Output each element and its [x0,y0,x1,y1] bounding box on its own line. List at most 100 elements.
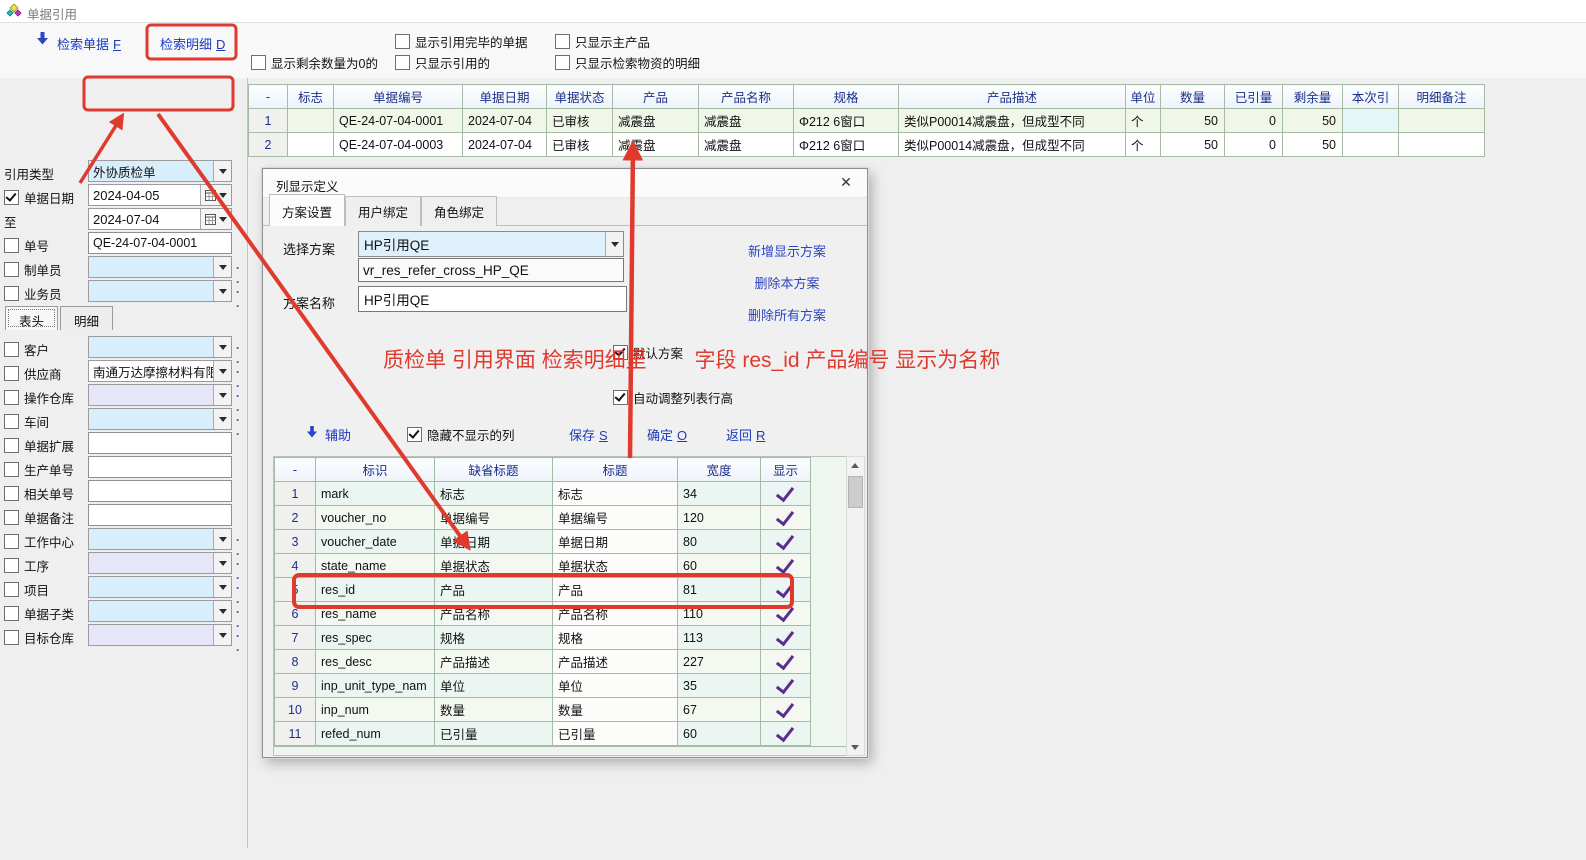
unit-cell[interactable]: 个 [1126,133,1161,157]
field-id-cell[interactable]: voucher_date [316,530,435,554]
column-def-row[interactable]: 3 voucher_date 单据日期 单据日期 80 [275,530,811,554]
remaining-qty-cell[interactable]: 50 [1283,109,1343,133]
title-cell[interactable]: 单位 [553,674,678,698]
chevron-down-icon[interactable] [213,553,231,573]
field-select[interactable] [88,552,232,574]
show-cell[interactable] [761,506,811,530]
state-cell[interactable]: 已审核 [547,133,613,157]
width-cell[interactable]: 120 [678,506,761,530]
salesman-checkbox[interactable] [4,286,19,301]
scroll-down-icon[interactable] [847,739,862,755]
column-def-row[interactable]: 6 res_name 产品名称 产品名称 110 [275,602,811,626]
title-cell[interactable]: 规格 [553,626,678,650]
download-arrow-icon[interactable] [306,426,318,441]
column-def-row[interactable]: 5 res_id 产品 产品 81 [275,578,811,602]
title-cell[interactable]: 产品 [553,578,678,602]
column-def-row[interactable]: 4 state_name 单据状态 单据状态 60 [275,554,811,578]
auto-row-height-checkbox[interactable]: 自动调整列表行高 [613,388,733,407]
quantity-cell[interactable]: 50 [1161,109,1225,133]
product-cell[interactable]: 减震盘 [613,109,699,133]
spec-cell[interactable]: Φ212 6窗口 [794,133,899,157]
voucher-no-cell[interactable]: QE-24-07-04-0001 [334,109,463,133]
download-arrow-icon[interactable] [36,32,49,48]
field-id-cell[interactable]: voucher_no [316,506,435,530]
salesman-select[interactable] [88,280,232,302]
ref-type-select[interactable]: 外协质检单 [88,160,232,182]
show-cell[interactable] [761,554,811,578]
column-def-row[interactable]: 2 voucher_no 单据编号 单据编号 120 [275,506,811,530]
product-name-cell[interactable]: 减震盘 [699,109,794,133]
default-title-cell[interactable]: 数量 [435,698,553,722]
voucher-row[interactable]: 2 QE-24-07-04-0003 2024-07-04 已审核 减震盘 减震… [249,133,1485,157]
default-title-cell[interactable]: 产品名称 [435,602,553,626]
field-id-cell[interactable]: inp_unit_type_nam [316,674,435,698]
scheme-action-link[interactable]: 新增显示方案 [709,241,865,260]
quantity-cell[interactable]: 50 [1161,133,1225,157]
field-id-cell[interactable]: inp_num [316,698,435,722]
mark-cell[interactable] [288,133,334,157]
title-cell[interactable]: 产品名称 [553,602,678,626]
column-def-row[interactable]: 7 res_spec 规格 规格 113 [275,626,811,650]
chevron-down-icon[interactable] [213,625,231,645]
field-id-cell[interactable]: state_name [316,554,435,578]
show-finished-checkbox[interactable]: 显示引用完毕的单据 [395,32,528,51]
field-checkbox[interactable] [4,366,19,381]
width-cell[interactable]: 81 [678,578,761,602]
maker-checkbox[interactable] [4,262,19,277]
scroll-up-icon[interactable] [847,457,862,473]
aux-button[interactable]: 辅助 [325,425,351,444]
field-select[interactable] [88,432,232,454]
title-cell[interactable]: 标志 [553,482,678,506]
only-searched-material-checkbox[interactable]: 只显示检索物资的明细 [555,53,700,72]
chevron-down-icon[interactable] [213,601,231,621]
chevron-down-icon[interactable] [213,385,231,405]
tab-detail[interactable]: 明细 [60,306,113,330]
show-cell[interactable] [761,578,811,602]
product-name-cell[interactable]: 减震盘 [699,133,794,157]
only-referred-checkbox[interactable]: 只显示引用的 [395,53,490,72]
field-select[interactable] [88,336,232,358]
title-cell[interactable]: 已引量 [553,722,678,746]
width-cell[interactable]: 35 [678,674,761,698]
save-button[interactable]: 保存S [569,425,608,444]
default-title-cell[interactable]: 单据状态 [435,554,553,578]
field-checkbox[interactable] [4,534,19,549]
column-def-row[interactable]: 1 mark 标志 标志 34 [275,482,811,506]
browse-dots-button[interactable]: . . [236,282,247,310]
maker-select[interactable] [88,256,232,278]
show-zero-remainder-checkbox[interactable]: 显示剩余数量为0的 [251,53,378,72]
show-cell[interactable] [761,602,811,626]
field-select[interactable] [88,456,232,478]
field-id-cell[interactable]: res_name [316,602,435,626]
scheme-action-link[interactable]: 删除本方案 [709,273,865,292]
hide-hidden-columns-checkbox[interactable]: 隐藏不显示的列 [407,425,515,444]
show-cell[interactable] [761,530,811,554]
field-id-cell[interactable]: refed_num [316,722,435,746]
width-cell[interactable]: 110 [678,602,761,626]
browse-dots-button[interactable]: . . [236,626,247,654]
voucher-no-cell[interactable]: QE-24-07-04-0003 [334,133,463,157]
width-cell[interactable]: 67 [678,698,761,722]
only-main-product-checkbox[interactable]: 只显示主产品 [555,32,650,51]
default-title-cell[interactable]: 产品 [435,578,553,602]
scheme-select[interactable]: HP引用QE [358,231,624,257]
column-def-row[interactable]: 11 refed_num 已引量 已引量 60 [275,722,811,746]
show-cell[interactable] [761,722,811,746]
field-checkbox[interactable] [4,558,19,573]
field-select[interactable] [88,480,232,502]
calendar-icon[interactable] [200,185,231,205]
chevron-down-icon[interactable] [213,161,231,181]
referred-qty-cell[interactable]: 0 [1225,109,1283,133]
default-title-cell[interactable]: 产品描述 [435,650,553,674]
title-cell[interactable]: 产品描述 [553,650,678,674]
default-title-cell[interactable]: 单据日期 [435,530,553,554]
show-cell[interactable] [761,698,811,722]
show-cell[interactable] [761,626,811,650]
date-from-checkbox[interactable] [4,190,19,205]
tab-header[interactable]: 表头 [5,306,58,330]
field-select[interactable] [88,528,232,550]
default-title-cell[interactable]: 标志 [435,482,553,506]
description-cell[interactable]: 类似P00014减震盘，但成型不同 [899,109,1126,133]
field-select[interactable] [88,384,232,406]
width-cell[interactable]: 34 [678,482,761,506]
